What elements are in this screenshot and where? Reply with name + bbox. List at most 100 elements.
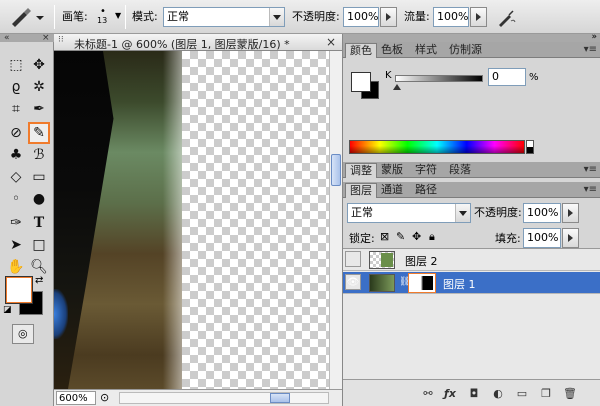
options-bar: 画笔: • 13 ▼ 模式: 正常 不透明度: 100% 流量: 100% xyxy=(0,0,600,34)
black-white-ramp[interactable] xyxy=(526,140,534,154)
marquee-tool[interactable]: ⬚ xyxy=(5,54,27,76)
panel-menu-icon[interactable]: ▾≡ xyxy=(584,184,597,195)
tab-clone-source[interactable]: 仿制源 xyxy=(445,43,486,58)
swap-colors-icon[interactable]: ⇄ xyxy=(35,275,43,286)
new-group-icon[interactable]: ▭ xyxy=(515,387,529,401)
eyedropper-tool[interactable]: ✒ xyxy=(28,98,50,120)
lock-position-icon[interactable]: ✥ xyxy=(412,230,421,243)
k-value: 0 xyxy=(492,70,499,83)
canvas[interactable] xyxy=(54,51,329,389)
foreground-color-swatch[interactable] xyxy=(351,72,371,92)
tab-paths[interactable]: 路径 xyxy=(411,183,441,198)
tab-channels[interactable]: 通道 xyxy=(377,183,407,198)
panel-menu-icon[interactable]: ▾≡ xyxy=(584,44,597,55)
gradient-tool[interactable]: ▭ xyxy=(28,166,50,188)
layer-opacity-input[interactable]: 100% xyxy=(523,203,561,223)
move-tool[interactable]: ✥ xyxy=(28,54,50,76)
layer-row-2[interactable]: 图层 2 xyxy=(343,249,600,271)
new-layer-icon[interactable]: ❐ xyxy=(539,387,553,401)
fx-icon[interactable]: ƒx xyxy=(443,387,457,401)
scroll-thumb[interactable] xyxy=(270,393,290,403)
visibility-toggle[interactable] xyxy=(345,251,361,267)
default-colors-icon[interactable]: ◪ xyxy=(3,305,12,315)
history-brush-tool[interactable]: ℬ xyxy=(28,144,50,166)
hand-icon: ✋ xyxy=(7,259,25,275)
opacity-input[interactable]: 100% xyxy=(343,7,379,27)
shape-tool[interactable]: □ xyxy=(28,234,50,256)
type-tool[interactable]: T xyxy=(28,212,50,234)
eye-icon: 👁︎ xyxy=(346,276,360,288)
photo-layer-pixels xyxy=(54,51,182,389)
color-spectrum-bar[interactable] xyxy=(349,140,525,154)
blend-mode-select[interactable]: 正常 xyxy=(347,203,471,223)
tab-layers[interactable]: 图层 xyxy=(345,183,377,198)
pen-icon: ✑ xyxy=(10,215,22,231)
layer-mask-thumbnail[interactable] xyxy=(408,273,436,293)
hand-tool[interactable]: ✋ xyxy=(5,256,27,278)
visibility-toggle[interactable]: 👁︎ xyxy=(345,274,361,290)
tab-paragraph[interactable]: 段落 xyxy=(445,163,475,178)
tab-masks[interactable]: 蒙版 xyxy=(377,163,407,178)
flow-input[interactable]: 100% xyxy=(433,7,469,27)
adjustment-layer-icon[interactable]: ◐ xyxy=(491,387,505,401)
collapse-arrows-icon[interactable]: » xyxy=(591,32,597,42)
slider-handle-icon[interactable] xyxy=(393,84,401,90)
mode-select[interactable]: 正常 xyxy=(163,7,285,27)
lock-transparency-icon[interactable]: ⊠ xyxy=(380,230,389,243)
magic-wand-icon: ✲ xyxy=(33,79,45,95)
opacity-slider-button[interactable] xyxy=(380,7,397,27)
magic-wand-tool[interactable]: ✲ xyxy=(28,76,50,98)
lock-pixels-icon[interactable]: ✎ xyxy=(396,230,405,243)
brush-picker[interactable]: • 13 ▼ xyxy=(93,4,121,30)
tab-color[interactable]: 颜色 xyxy=(345,43,377,58)
bandage-icon: ⊘ xyxy=(10,125,22,141)
lock-all-icon[interactable]: 🔒︎ xyxy=(429,230,435,244)
close-icon[interactable]: × xyxy=(326,35,336,49)
close-icon[interactable]: × xyxy=(42,33,50,43)
thumbnail-image xyxy=(381,253,393,267)
tool-preset-picker[interactable] xyxy=(6,6,48,28)
opacity-label: 不透明度: xyxy=(292,10,340,23)
link-layers-icon[interactable]: ⚯ xyxy=(421,387,435,401)
k-slider[interactable] xyxy=(395,75,483,82)
pen-tool[interactable]: ✑ xyxy=(5,212,27,234)
status-info-icon[interactable]: ⊙ xyxy=(100,391,109,404)
add-mask-icon[interactable]: ◘ xyxy=(467,387,481,401)
crop-icon: ⌗ xyxy=(12,101,20,117)
document-tab[interactable]: ⁝⁝ 未标题-1 @ 600% (图层 1, 图层蒙版/16) * × xyxy=(54,34,342,51)
path-selection-tool[interactable]: ➤ xyxy=(5,234,27,256)
foreground-color-swatch[interactable] xyxy=(5,276,33,304)
blur-tool[interactable]: ◦ xyxy=(5,188,27,210)
healing-brush-tool[interactable]: ⊘ xyxy=(5,122,27,144)
scroll-thumb[interactable] xyxy=(331,154,341,186)
vertical-scrollbar[interactable] xyxy=(329,51,342,389)
collapse-arrows-icon[interactable]: « xyxy=(4,33,10,43)
brush-tool[interactable]: ✎ xyxy=(28,122,50,144)
dodge-tool[interactable]: ● xyxy=(28,188,50,210)
panel-menu-icon[interactable]: ▾≡ xyxy=(584,164,597,175)
k-value-input[interactable]: 0 xyxy=(488,68,526,86)
lasso-icon: ϱ xyxy=(11,79,21,95)
layers-list: 图层 2 👁︎ ⛓ 图层 1 xyxy=(343,248,600,379)
lasso-tool[interactable]: ϱ xyxy=(5,76,27,98)
horizontal-scrollbar[interactable] xyxy=(119,392,329,404)
tab-adjustments[interactable]: 调整 xyxy=(345,163,377,178)
layer-name: 图层 1 xyxy=(443,278,476,291)
tab-styles[interactable]: 样式 xyxy=(411,43,441,58)
eraser-tool[interactable]: ◇ xyxy=(5,166,27,188)
fill-slider-button[interactable] xyxy=(562,228,579,248)
layer-opacity-slider-button[interactable] xyxy=(562,203,579,223)
chevron-down-icon: ▼ xyxy=(115,11,122,20)
airbrush-toggle[interactable] xyxy=(494,6,516,28)
layer-row-1[interactable]: 👁︎ ⛓ 图层 1 xyxy=(343,272,600,294)
dock-grip[interactable]: » xyxy=(343,32,600,42)
tab-swatches[interactable]: 色板 xyxy=(377,43,407,58)
tab-character[interactable]: 字符 xyxy=(411,163,441,178)
flow-slider-button[interactable] xyxy=(470,7,487,27)
fill-input[interactable]: 100% xyxy=(523,228,561,248)
crop-tool[interactable]: ⌗ xyxy=(5,98,27,120)
quick-mask-button[interactable]: ◎ xyxy=(12,324,34,344)
trash-icon[interactable]: 🗑︎ xyxy=(563,387,577,401)
zoom-level-field[interactable]: 600% xyxy=(56,391,96,405)
clone-stamp-tool[interactable]: ♣ xyxy=(5,144,27,166)
